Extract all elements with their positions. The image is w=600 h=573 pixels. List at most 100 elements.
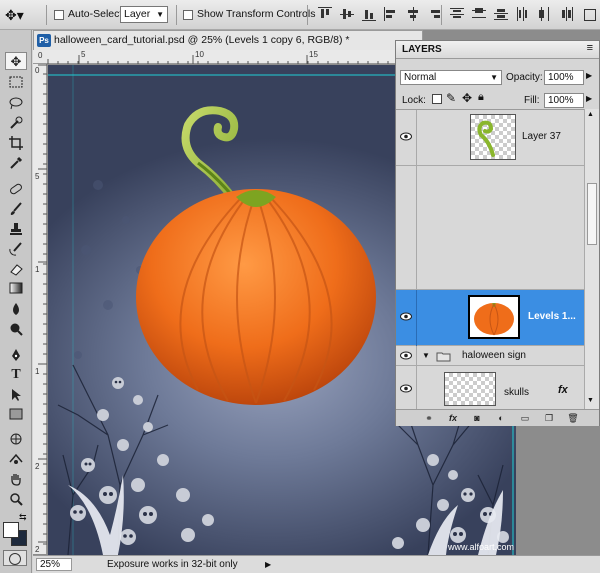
eraser-tool-icon[interactable] bbox=[5, 260, 27, 278]
foreground-color-swatch[interactable] bbox=[3, 522, 19, 538]
scroll-down-icon[interactable]: ▼ bbox=[587, 397, 594, 404]
rectangle-tool-icon[interactable] bbox=[5, 406, 27, 424]
show-transform-label: Show Transform Controls bbox=[197, 8, 316, 20]
ruler-label: 0 bbox=[38, 51, 43, 60]
lock-transparent-pixels-icon[interactable] bbox=[432, 94, 442, 104]
scrollbar-thumb[interactable] bbox=[587, 183, 597, 245]
distribute-vertical-center-icon[interactable] bbox=[472, 7, 486, 21]
eyedropper-tool-icon[interactable] bbox=[5, 154, 27, 172]
swap-colors-icon[interactable]: ⇆ bbox=[19, 512, 27, 523]
fill-input[interactable]: 100% bbox=[544, 93, 584, 108]
blur-tool-icon[interactable] bbox=[5, 300, 27, 318]
layer-row-skulls[interactable]: skulls fx bbox=[396, 366, 584, 409]
adjustment-layer-icon[interactable]: ◐ bbox=[494, 412, 508, 424]
link-layers-icon[interactable]: ⚭ bbox=[422, 412, 436, 424]
panel-menu-icon[interactable]: ≡ bbox=[587, 42, 593, 54]
3d-rotate-tool-icon[interactable] bbox=[5, 430, 27, 448]
quick-selection-tool-icon[interactable] bbox=[5, 114, 27, 132]
eye-icon[interactable] bbox=[400, 312, 412, 321]
distribute-left-icon[interactable] bbox=[516, 7, 530, 21]
spot-healing-tool-icon[interactable] bbox=[5, 180, 27, 198]
opacity-slider-arrow-icon[interactable]: ▶ bbox=[586, 71, 592, 80]
new-group-icon[interactable]: ▭ bbox=[518, 412, 532, 424]
eye-icon[interactable] bbox=[400, 132, 412, 141]
history-brush-tool-icon[interactable] bbox=[5, 240, 27, 258]
layer-row[interactable] bbox=[396, 166, 584, 290]
hand-tool-icon[interactable] bbox=[5, 470, 27, 488]
document-tab[interactable]: Ps halloween_card_tutorial.psd @ 25% (Le… bbox=[33, 30, 423, 50]
auto-select-value: Layer bbox=[124, 8, 151, 20]
layer-row-layer-37[interactable]: Layer 37 bbox=[396, 110, 584, 166]
clone-stamp-tool-icon[interactable] bbox=[5, 220, 27, 238]
path-selection-tool-icon[interactable] bbox=[5, 386, 27, 404]
distribute-horizontal-center-icon[interactable] bbox=[538, 7, 552, 21]
lock-position-icon[interactable]: ✥ bbox=[462, 91, 472, 105]
divider bbox=[176, 5, 177, 25]
lock-image-pixels-icon[interactable]: ✎ bbox=[446, 91, 456, 105]
ruler-label: 2 bbox=[35, 462, 40, 471]
align-right-icon[interactable] bbox=[428, 7, 442, 21]
fx-icon[interactable]: fx bbox=[558, 384, 568, 396]
align-left-icon[interactable] bbox=[384, 7, 398, 21]
expand-triangle-icon[interactable]: ▼ bbox=[422, 351, 430, 360]
fill-slider-arrow-icon[interactable]: ▶ bbox=[586, 94, 592, 103]
layers-panel-title: LAYERS bbox=[402, 44, 442, 55]
divider bbox=[441, 5, 442, 25]
auto-align-icon[interactable] bbox=[582, 7, 596, 21]
lock-all-icon[interactable]: 🔒︎ bbox=[478, 91, 484, 104]
pen-tool-icon[interactable] bbox=[5, 346, 27, 364]
align-vertical-center-icon[interactable] bbox=[340, 7, 354, 21]
dodge-tool-icon[interactable] bbox=[5, 320, 27, 338]
layers-panel-header[interactable]: LAYERS ≡ bbox=[396, 41, 599, 59]
add-style-fx-icon[interactable]: fx bbox=[446, 412, 460, 424]
auto-select-checkbox[interactable] bbox=[54, 10, 64, 20]
quick-mask-button[interactable] bbox=[3, 550, 27, 566]
layers-scrollbar[interactable]: ▲ ▼ bbox=[584, 109, 599, 409]
3d-camera-tool-icon[interactable] bbox=[5, 450, 27, 468]
move-tool-preset-icon[interactable]: ✥▾ bbox=[5, 6, 37, 24]
layer-name: skulls bbox=[504, 387, 530, 398]
distribute-top-icon[interactable] bbox=[450, 7, 464, 21]
auto-select-dropdown[interactable]: Layer ▼ bbox=[120, 6, 168, 23]
layer-row-levels-1[interactable]: Levels 1... bbox=[396, 290, 584, 346]
move-tool-icon[interactable]: ✥ bbox=[5, 52, 27, 70]
align-top-icon[interactable] bbox=[318, 7, 332, 21]
scroll-up-icon[interactable]: ▲ bbox=[587, 111, 594, 118]
chevron-down-icon: ▼ bbox=[490, 73, 498, 82]
layer-thumbnail bbox=[468, 295, 520, 339]
folder-icon bbox=[436, 352, 451, 362]
crop-tool-icon[interactable] bbox=[5, 134, 27, 152]
distribute-right-icon[interactable] bbox=[560, 7, 574, 21]
gradient-tool-icon[interactable] bbox=[5, 280, 27, 298]
eye-icon[interactable] bbox=[400, 384, 412, 393]
align-horizontal-center-icon[interactable] bbox=[406, 7, 420, 21]
ps-file-icon: Ps bbox=[37, 34, 51, 47]
zoom-tool-icon[interactable] bbox=[5, 490, 27, 508]
layers-panel-footer: ⚭ fx ◙ ◐ ▭ ❐ 🗑︎ bbox=[396, 409, 599, 426]
trash-icon[interactable]: 🗑︎ bbox=[566, 412, 580, 424]
watermark: www.alfoart.com bbox=[447, 542, 514, 552]
layer-list: Layer 37 Levels 1... ▼ haloween sign sku… bbox=[396, 109, 584, 409]
eye-icon[interactable] bbox=[400, 351, 412, 360]
distribute-bottom-icon[interactable] bbox=[494, 7, 508, 21]
align-bottom-icon[interactable] bbox=[362, 7, 376, 21]
lasso-tool-icon[interactable] bbox=[5, 94, 27, 112]
show-transform-checkbox[interactable] bbox=[183, 10, 193, 20]
marquee-tool-icon[interactable] bbox=[5, 74, 27, 92]
options-bar: ✥▾ Auto-Select: Layer ▼ Show Transform C… bbox=[0, 0, 600, 30]
opacity-input[interactable]: 100% bbox=[544, 70, 584, 85]
vertical-ruler[interactable]: 0 5 1 1 2 2 bbox=[33, 64, 47, 554]
layer-group-haloween-sign[interactable]: ▼ haloween sign bbox=[396, 346, 584, 366]
fill-label: Fill: bbox=[524, 95, 540, 106]
type-tool-icon[interactable]: T bbox=[5, 366, 27, 384]
opacity-label: Opacity: bbox=[506, 72, 543, 83]
divider bbox=[46, 5, 47, 25]
ruler-label: 1 bbox=[35, 265, 40, 274]
status-menu-icon[interactable]: ▶ bbox=[265, 560, 271, 569]
ruler-label: 10 bbox=[195, 50, 204, 59]
blend-mode-dropdown[interactable]: Normal ▼ bbox=[400, 70, 502, 85]
new-layer-icon[interactable]: ❐ bbox=[542, 412, 556, 424]
brush-tool-icon[interactable] bbox=[5, 200, 27, 218]
zoom-field[interactable]: 25% bbox=[36, 558, 72, 571]
add-mask-icon[interactable]: ◙ bbox=[470, 412, 484, 424]
